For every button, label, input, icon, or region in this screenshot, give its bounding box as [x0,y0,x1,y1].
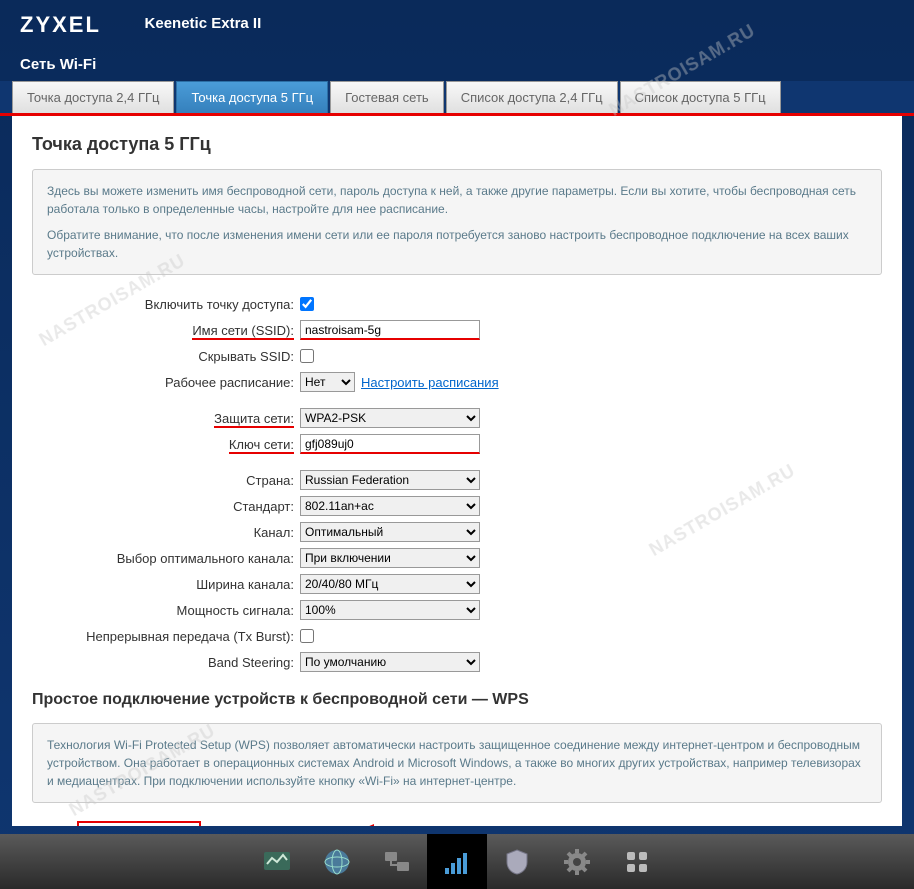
country-label: Страна: [32,473,300,488]
tab-ap-5[interactable]: Точка доступа 5 ГГц [176,81,328,113]
wps-info-text: Технология Wi-Fi Protected Setup (WPS) п… [47,736,867,790]
opt-channel-label: Выбор оптимального канала: [32,551,300,566]
section-title: Точка доступа 5 ГГц [32,134,882,155]
arrow-icon [360,823,460,826]
standard-select[interactable]: 802.11an+ac [300,496,480,516]
nav-apps-icon[interactable] [607,834,667,889]
nav-monitor-icon[interactable] [247,834,307,889]
wps-section-title: Простое подключение устройств к беспрово… [32,691,882,709]
info-text-2: Обратите внимание, что после изменения и… [47,226,867,262]
hide-ssid-checkbox[interactable] [300,349,314,363]
power-label: Мощность сигнала: [32,603,300,618]
brand-logo: ZYXEL [20,12,101,38]
channel-select[interactable]: Оптимальный [300,522,480,542]
enable-ap-checkbox[interactable] [300,297,314,311]
key-label: Ключ сети: [229,437,294,454]
bottom-nav [0,834,914,889]
steering-label: Band Steering: [32,655,300,670]
opt-channel-select[interactable]: При включении [300,548,480,568]
nav-globe-icon[interactable] [307,834,367,889]
nav-gear-icon[interactable] [547,834,607,889]
content-panel: Точка доступа 5 ГГц Здесь вы можете изме… [12,116,902,826]
txburst-checkbox[interactable] [300,629,314,643]
ssid-label: Имя сети (SSID): [192,323,294,340]
tab-guest[interactable]: Гостевая сеть [330,81,444,113]
security-select[interactable]: WPA2-PSK [300,408,480,428]
key-input[interactable] [300,434,480,454]
schedule-link[interactable]: Настроить расписания [361,375,499,390]
wps-enable-label: Включить WPS: [83,825,178,826]
page-title: Сеть Wi-Fi [0,38,914,81]
standard-label: Стандарт: [32,499,300,514]
ssid-input[interactable] [300,320,480,340]
security-label: Защита сети: [214,411,294,428]
country-select[interactable]: Russian Federation [300,470,480,490]
model-name: Keenetic Extra II [145,15,262,32]
tab-acl-24[interactable]: Список доступа 2,4 ГГц [446,81,618,113]
schedule-select[interactable]: Нет [300,372,355,392]
tab-ap-24[interactable]: Точка доступа 2,4 ГГц [12,81,174,113]
info-text-1: Здесь вы можете изменить имя беспроводно… [47,182,867,218]
power-select[interactable]: 100% [300,600,480,620]
tabs-bar: Точка доступа 2,4 ГГц Точка доступа 5 ГГ… [0,81,914,116]
info-box: Здесь вы можете изменить имя беспроводно… [32,169,882,275]
steering-select[interactable]: По умолчанию [300,652,480,672]
channel-label: Канал: [32,525,300,540]
tab-acl-5[interactable]: Список доступа 5 ГГц [620,81,781,113]
txburst-label: Непрерывная передача (Tx Burst): [32,629,300,644]
enable-ap-label: Включить точку доступа: [32,297,300,312]
nav-wifi-icon[interactable] [427,834,487,889]
width-label: Ширина канала: [32,577,300,592]
nav-shield-icon[interactable] [487,834,547,889]
hide-ssid-label: Скрывать SSID: [32,349,300,364]
nav-network-icon[interactable] [367,834,427,889]
width-select[interactable]: 20/40/80 МГц [300,574,480,594]
schedule-label: Рабочее расписание: [32,375,300,390]
wps-info-box: Технология Wi-Fi Protected Setup (WPS) п… [32,723,882,803]
